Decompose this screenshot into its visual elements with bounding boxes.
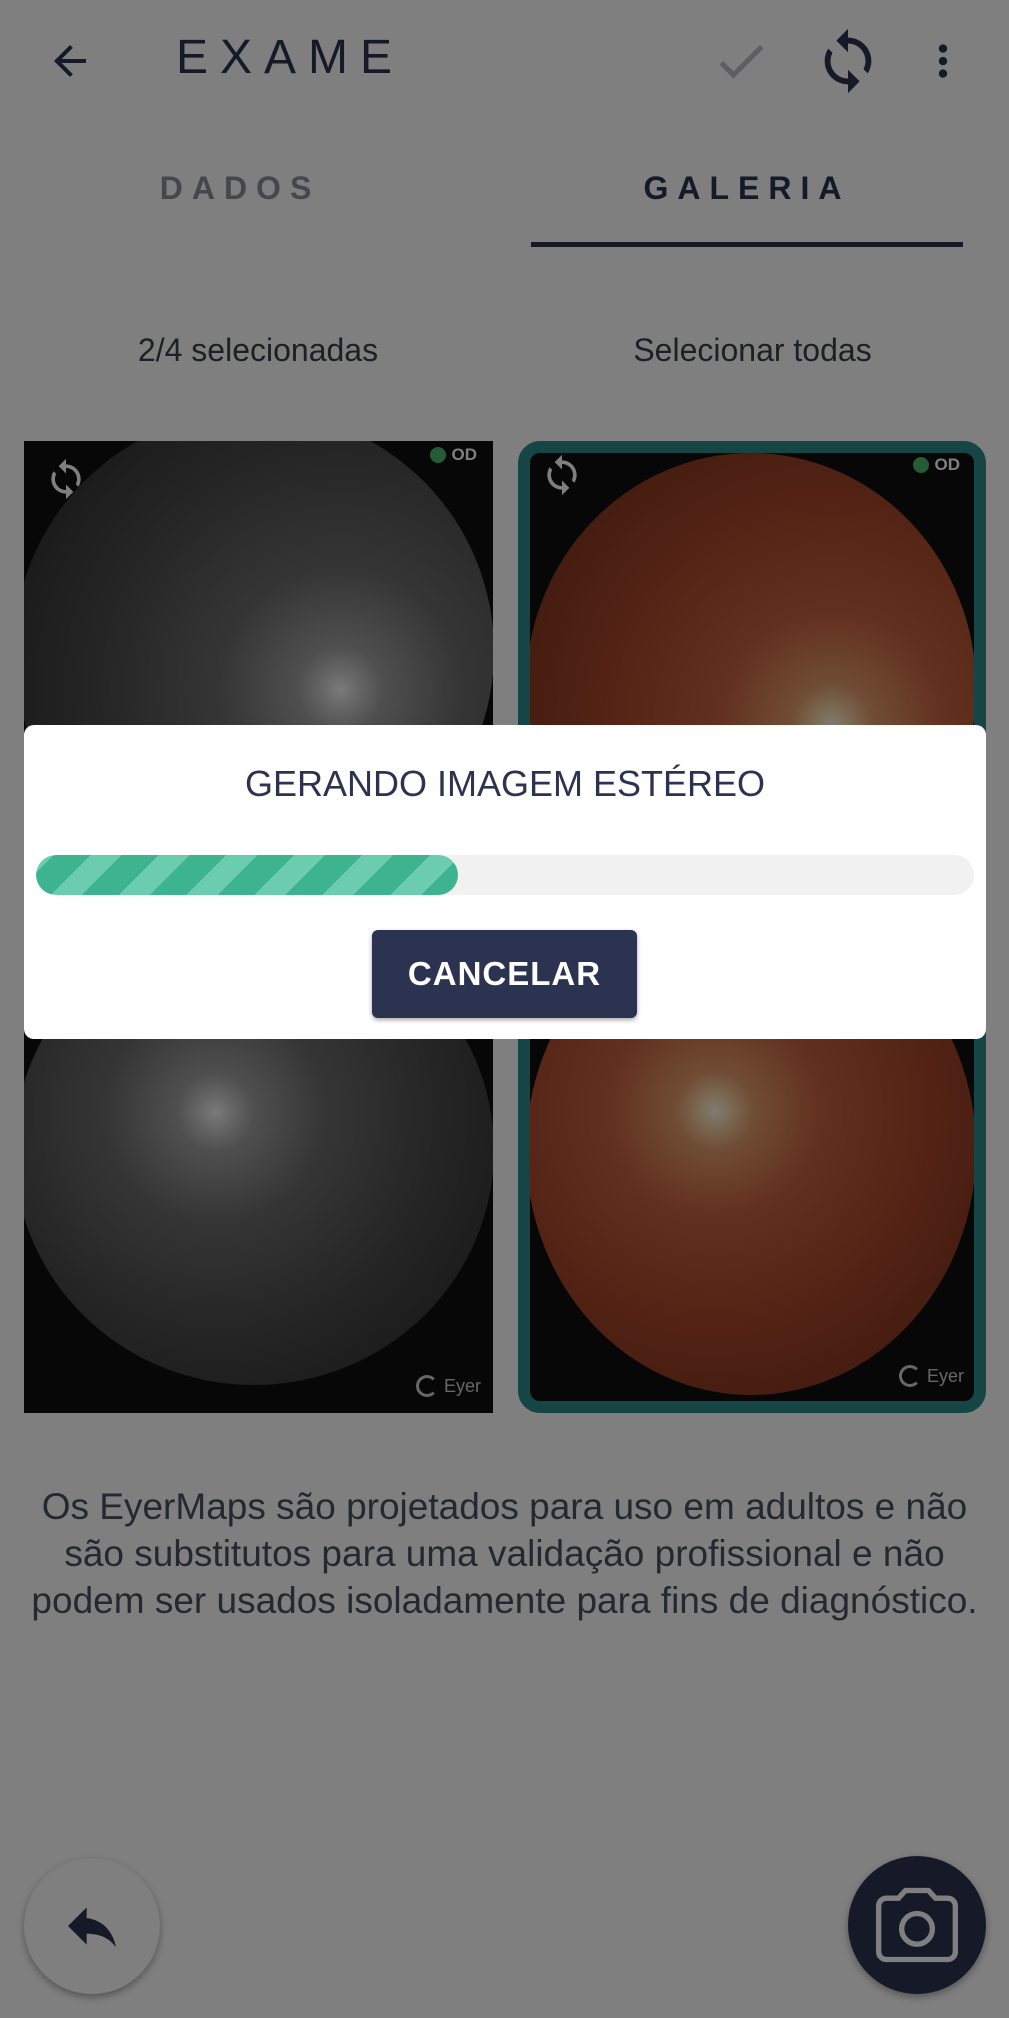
dialog-title: GERANDO IMAGEM ESTÉREO: [244, 763, 766, 804]
progress-dialog: GERANDO IMAGEM ESTÉREO CANCELAR: [24, 725, 986, 1039]
progress-bar: [36, 855, 974, 895]
cancel-button[interactable]: CANCELAR: [372, 930, 637, 1018]
progress-bar-fill: [36, 855, 459, 895]
